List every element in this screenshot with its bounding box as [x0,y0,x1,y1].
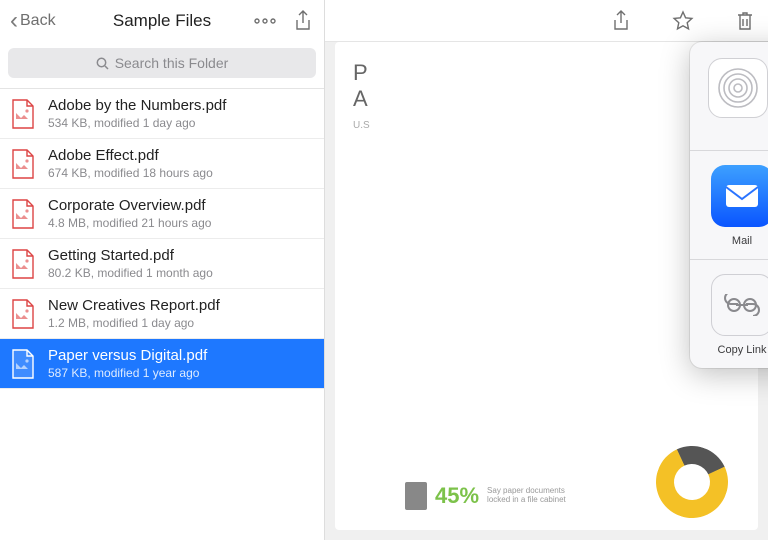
preview-caption: U.S [353,120,740,131]
sidebar-actions [252,8,316,34]
file-meta: 4.8 MB, modified 21 hours ago [48,216,211,230]
pdf-file-icon [10,348,36,380]
file-row-text: Adobe Effect.pdf 674 KB, modified 18 hour… [48,147,213,180]
pdf-file-icon [10,248,36,280]
favorite-button[interactable] [670,8,696,34]
pdf-file-icon [10,298,36,330]
share-sheet: AirDrop Tap to turn on Wi-Fi and Bluetoo… [690,42,768,368]
file-meta: 674 KB, modified 18 hours ago [48,166,213,180]
file-row[interactable]: Corporate Overview.pdf 4.8 MB, modified 2… [0,189,324,239]
file-name: Paper versus Digital.pdf [48,347,207,364]
search-placeholder: Search this Folder [115,55,229,71]
file-meta: 1.2 MB, modified 1 day ago [48,316,220,330]
share-icon [612,10,630,32]
file-row[interactable]: Paper versus Digital.pdf 587 KB, modified… [0,339,324,389]
file-name: Adobe by the Numbers.pdf [48,97,226,114]
share-apps-row: MailTwitterFacebook [690,151,768,260]
donut-chart-icon [646,436,738,528]
file-list[interactable]: Adobe by the Numbers.pdf 534 KB, modified… [0,89,324,540]
main-pane: P A U.S 45% Say paper documents locked i… [325,0,768,540]
pdf-file-icon [10,148,36,180]
share-app-mail[interactable]: Mail [706,165,768,247]
chevron-left-icon: ‹ [10,9,18,33]
trash-icon [735,10,755,32]
file-meta: 80.2 KB, modified 1 month ago [48,266,213,280]
more-button[interactable] [252,8,278,34]
file-name: Adobe Effect.pdf [48,147,213,164]
file-row-text: Corporate Overview.pdf 4.8 MB, modified 2… [48,197,211,230]
cabinet-icon [405,482,427,510]
share-action-link[interactable]: Copy Link [706,274,768,356]
mail-icon [711,165,768,227]
file-row[interactable]: Adobe by the Numbers.pdf 534 KB, modified… [0,89,324,139]
airdrop-icon [708,58,768,118]
search-input[interactable]: Search this Folder [8,48,316,78]
share-icon [294,10,312,32]
delete-button[interactable] [732,8,758,34]
file-row[interactable]: New Creatives Report.pdf 1.2 MB, modified… [0,289,324,339]
sidebar: ‹ Back Sample Files Search this Folder A… [0,0,325,540]
link-icon [711,274,768,336]
app-root: ‹ Back Sample Files Search this Folder A… [0,0,768,540]
search-icon [96,57,109,70]
share-button[interactable] [290,8,316,34]
file-name: Corporate Overview.pdf [48,197,211,214]
file-row[interactable]: Getting Started.pdf 80.2 KB, modified 1 m… [0,239,324,289]
main-toolbar [325,0,768,42]
file-name: Getting Started.pdf [48,247,213,264]
airdrop-section[interactable]: AirDrop Tap to turn on Wi-Fi and Bluetoo… [690,42,768,151]
back-label: Back [20,12,56,30]
preview-title-1: P [353,60,740,86]
pdf-file-icon [10,198,36,230]
toolbar-share-button[interactable] [608,8,634,34]
file-row-text: New Creatives Report.pdf 1.2 MB, modified… [48,297,220,330]
back-button[interactable]: ‹ Back [10,9,56,33]
preview-stat: 45% Say paper documents locked in a file… [405,482,577,510]
file-name: New Creatives Report.pdf [48,297,220,314]
preview-title-2: A [353,86,740,112]
file-row-text: Getting Started.pdf 80.2 KB, modified 1 m… [48,247,213,280]
file-row-text: Adobe by the Numbers.pdf 534 KB, modified… [48,97,226,130]
stat-desc: Say paper documents locked in a file cab… [487,487,577,505]
file-meta: 587 KB, modified 1 year ago [48,366,207,380]
file-row[interactable]: Adobe Effect.pdf 674 KB, modified 18 hour… [0,139,324,189]
file-meta: 534 KB, modified 1 day ago [48,116,226,130]
sidebar-header: ‹ Back Sample Files [0,0,324,42]
app-label: Mail [732,235,752,247]
app-label: Copy Link [718,344,767,356]
search-wrap: Search this Folder [0,42,324,89]
pdf-file-icon [10,98,36,130]
stat-percent: 45% [435,483,479,509]
more-icon [254,18,276,24]
star-icon [672,10,694,32]
file-row-text: Paper versus Digital.pdf 587 KB, modified… [48,347,207,380]
share-actions-row: Copy LinkPrintOpen In... [690,260,768,368]
